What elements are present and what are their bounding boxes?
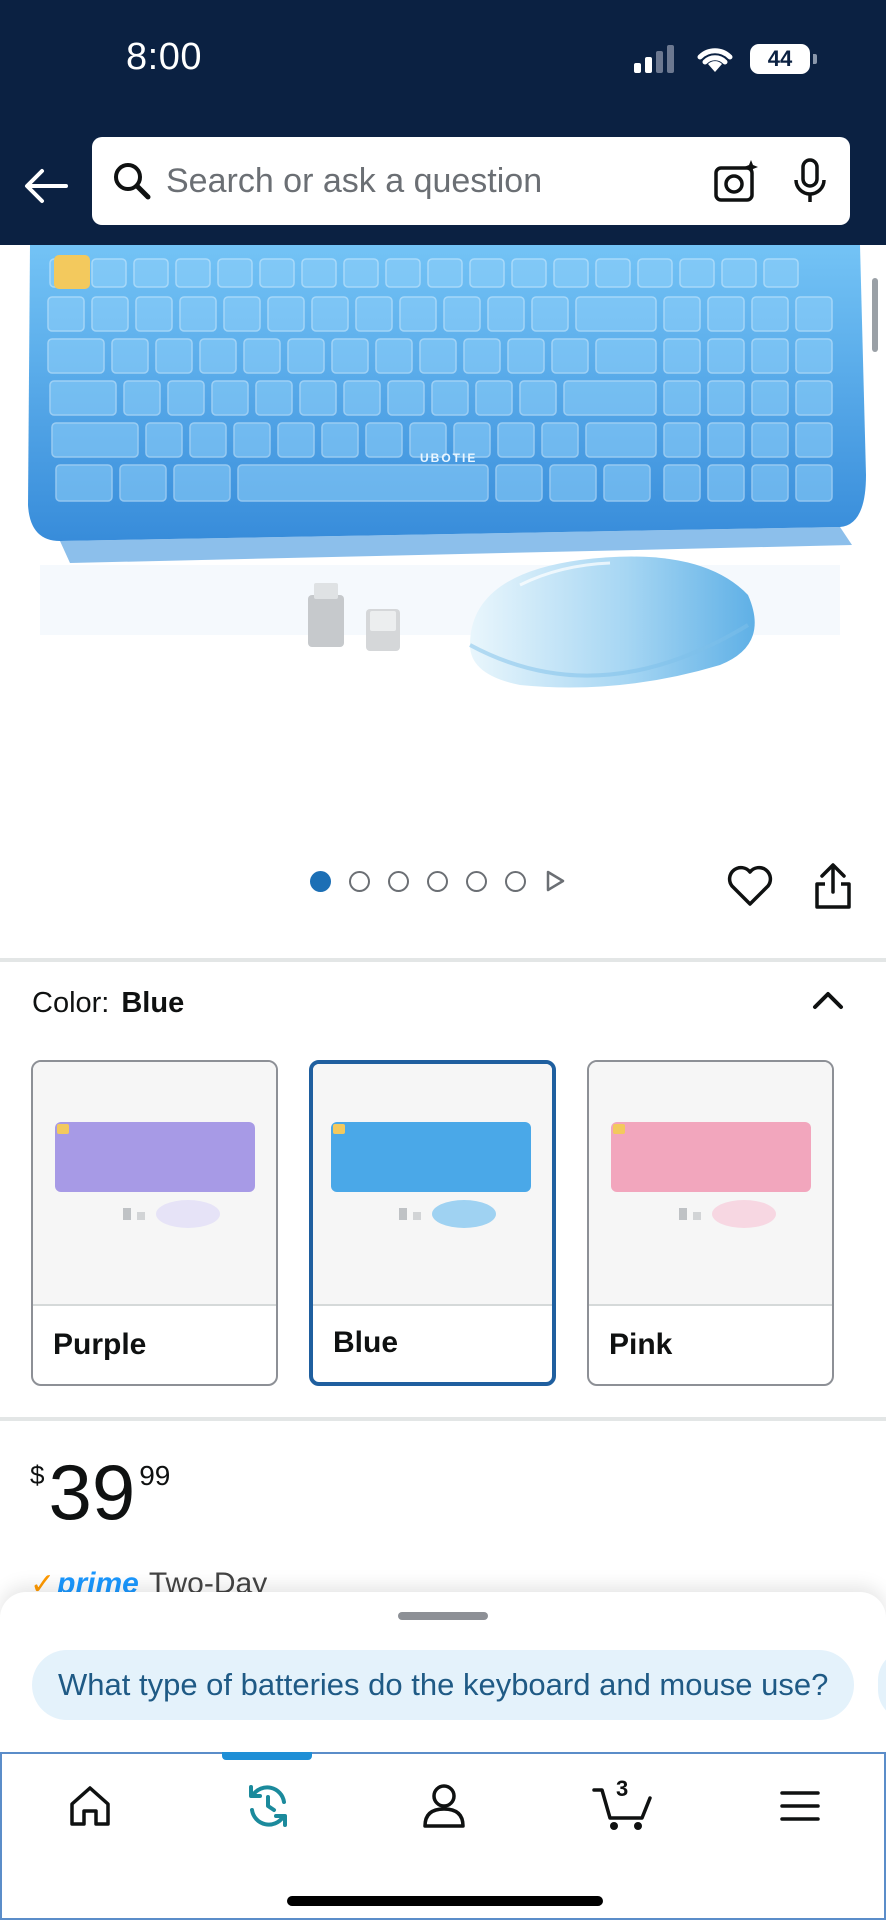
swatch-label: Pink: [609, 1328, 673, 1361]
swatch-thumbnail: [33, 1062, 276, 1306]
product-image[interactable]: UBOTIE: [0, 245, 886, 825]
color-option-blue[interactable]: Blue: [309, 1060, 556, 1386]
keyboard-brand-text: UBOTIE: [420, 451, 477, 465]
suggested-question-chip[interactable]: [878, 1650, 886, 1720]
refresh-clock-icon: [249, 1785, 287, 1827]
rufus-bottom-sheet[interactable]: What type of batteries do the keyboard a…: [0, 1592, 886, 1752]
play-video-icon[interactable]: [544, 870, 566, 892]
wifi-icon: [697, 48, 733, 72]
active-tab-indicator: [222, 1752, 312, 1760]
swatch-label: Blue: [333, 1326, 399, 1359]
price-whole: 39: [48, 1448, 136, 1536]
price-fraction: 99: [139, 1460, 171, 1491]
voice-search-button[interactable]: [786, 155, 834, 207]
nav-menu[interactable]: [768, 1776, 832, 1836]
person-icon: [423, 1784, 465, 1828]
hamburger-menu-icon: [780, 1791, 820, 1821]
cart-count-badge: 3: [616, 1776, 629, 1801]
color-variation-header: Color: Blue: [32, 987, 184, 1020]
suggested-question-chip[interactable]: What type of batteries do the keyboard a…: [32, 1650, 855, 1720]
price-currency: $: [30, 1460, 45, 1490]
swatch-label: Purple: [53, 1328, 147, 1361]
wishlist-button[interactable]: [726, 862, 774, 910]
app-header: 8:00 44 Search or ask a question: [0, 0, 886, 245]
chevron-up-icon: [813, 992, 843, 1009]
color-label: Color:: [32, 987, 110, 1019]
carousel-dot[interactable]: [310, 870, 331, 892]
search-bar[interactable]: Search or ask a question: [92, 137, 850, 225]
search-input[interactable]: Search or ask a question: [166, 162, 710, 201]
back-button[interactable]: [18, 158, 74, 214]
heart-icon: [727, 865, 773, 906]
home-icon: [70, 1786, 110, 1826]
battery-indicator: 44: [750, 44, 817, 74]
camera-search-button[interactable]: [710, 155, 762, 207]
nav-account[interactable]: [412, 1776, 476, 1836]
price: $ 39 99: [30, 1452, 170, 1532]
sheet-handle[interactable]: [398, 1612, 488, 1620]
nav-cart[interactable]: 3: [588, 1776, 658, 1836]
nav-home[interactable]: [58, 1776, 122, 1836]
carousel-dot[interactable]: [505, 870, 526, 892]
keyboard-mouse-photo: UBOTIE: [28, 245, 866, 688]
carousel-dot[interactable]: [388, 870, 409, 892]
bottom-navigation: 3: [0, 1752, 886, 1920]
arrow-left-icon: [25, 169, 68, 203]
share-button[interactable]: [810, 862, 856, 910]
scroll-indicator: [872, 278, 878, 352]
carousel-dot[interactable]: [427, 870, 448, 892]
search-icon: [110, 159, 154, 203]
signal-icon: [634, 45, 674, 73]
carousel-dot[interactable]: [349, 870, 370, 892]
camera-sparkle-icon: [714, 160, 758, 202]
color-option-pink[interactable]: Pink: [587, 1060, 834, 1386]
nav-updates[interactable]: [236, 1776, 300, 1836]
section-divider: [0, 1417, 886, 1421]
microphone-icon: [794, 158, 826, 202]
selected-color: Blue: [121, 987, 185, 1019]
color-option-purple[interactable]: Purple: [31, 1060, 278, 1386]
home-indicator: [287, 1896, 603, 1906]
carousel-dot[interactable]: [466, 870, 487, 892]
collapse-button[interactable]: [810, 985, 846, 1015]
share-icon: [815, 863, 851, 909]
swatch-thumbnail: [589, 1062, 832, 1306]
status-time: 8:00: [126, 36, 202, 78]
image-carousel-dots[interactable]: [310, 870, 566, 892]
section-divider: [0, 958, 886, 962]
status-icons: 44: [634, 44, 817, 74]
swatch-thumbnail: [313, 1064, 552, 1306]
